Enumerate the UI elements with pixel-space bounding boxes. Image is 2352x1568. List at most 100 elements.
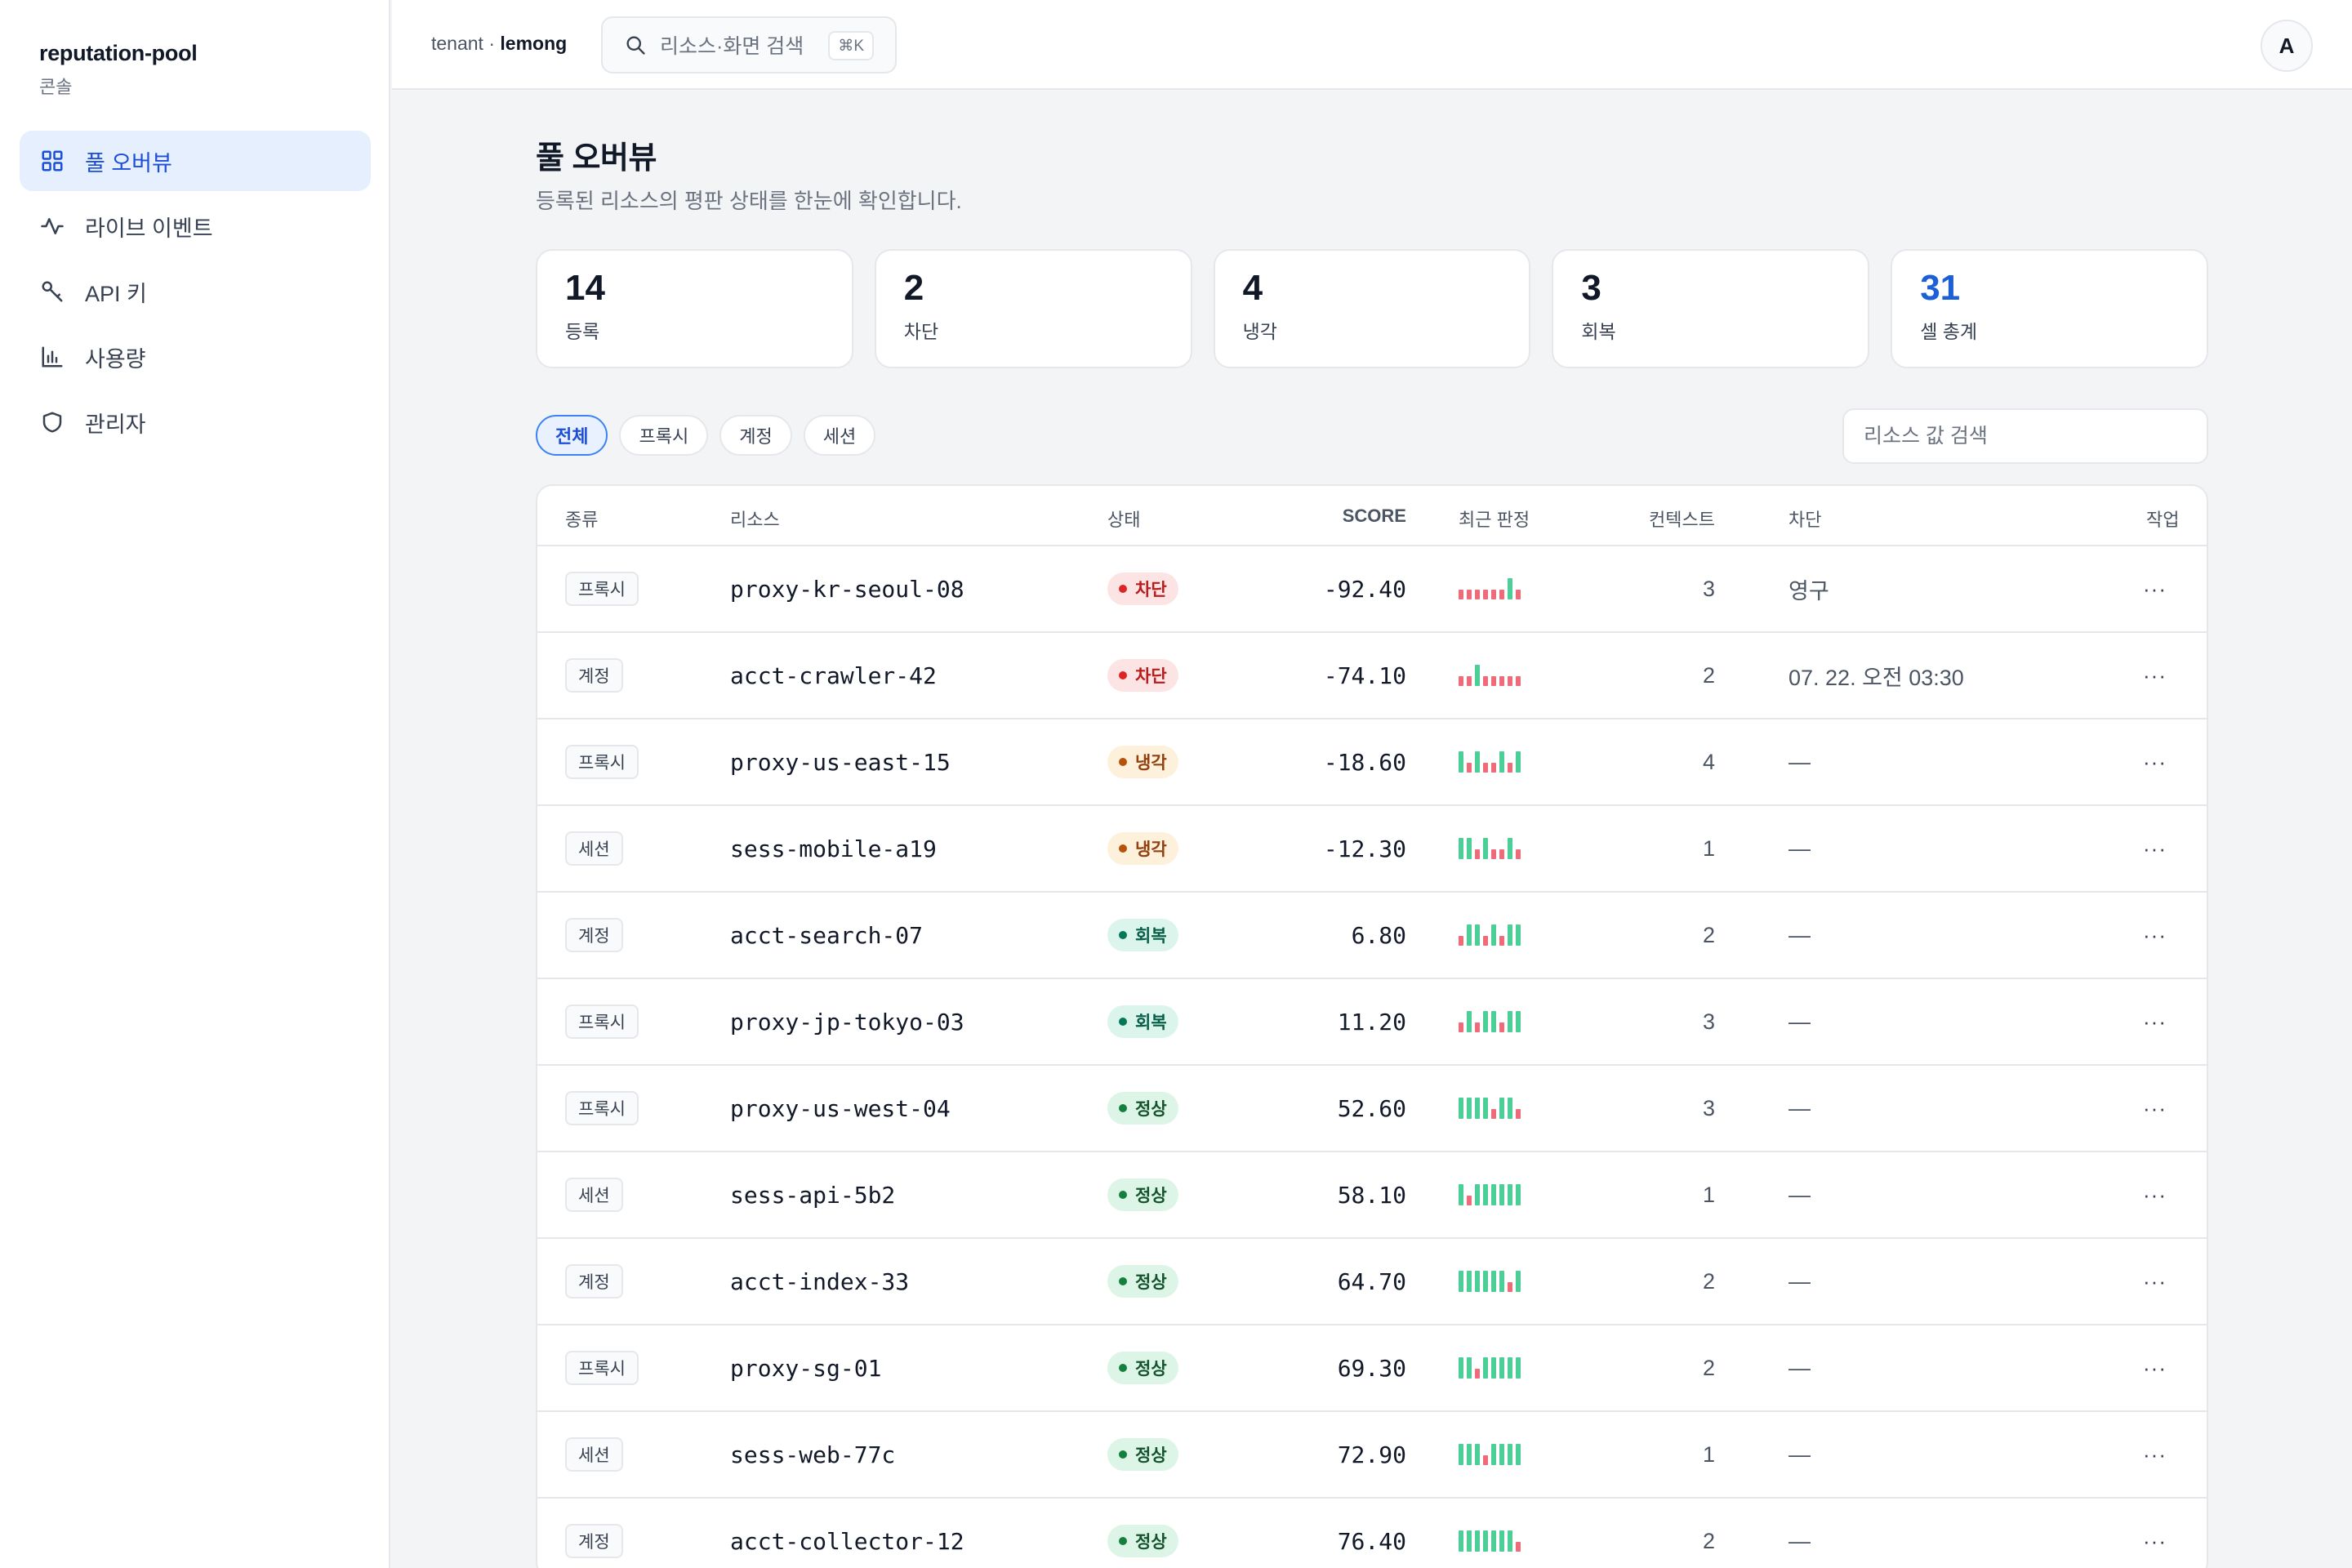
verdict-bar-fail [1467, 1196, 1472, 1205]
key-icon [39, 278, 65, 305]
sidebar-item-label: 라이브 이벤트 [85, 216, 213, 241]
header-status: 상태 [1107, 510, 1141, 530]
filter-chip-all[interactable]: 전체 [536, 415, 608, 456]
brand: reputation-pool 콘솔 [39, 41, 198, 99]
status-label: 회복 [1135, 927, 1167, 946]
type-cell: 세션 [565, 806, 623, 891]
resource-name[interactable]: proxy-kr-seoul-08 [730, 546, 964, 631]
verdict-bar-fail [1499, 1022, 1504, 1032]
resource-name[interactable]: proxy-jp-tokyo-03 [730, 979, 964, 1064]
block-until: — [1788, 1268, 1811, 1294]
sidebar-item-live-events[interactable]: 라이브 이벤트 [20, 196, 371, 256]
recent-verdicts [1459, 1066, 1521, 1151]
table-row[interactable]: 세션 sess-web-77c 정상 72.90 1 — ··· [537, 1412, 2207, 1499]
block-until: — [1788, 1095, 1811, 1120]
verdict-bar-pass [1475, 1271, 1480, 1292]
status-dot [1119, 1191, 1127, 1199]
table-row[interactable]: 프록시 proxy-us-west-04 정상 52.60 3 — ··· [537, 1066, 2207, 1152]
verdict-bar-pass [1475, 1444, 1480, 1465]
block-until: 영구 [1788, 578, 1829, 604]
table-row[interactable]: 계정 acct-crawler-42 차단 -74.10 2 07. 22. 오전 03:… [537, 633, 2207, 719]
type-tag: 세션 [565, 831, 623, 866]
row-actions-button[interactable]: ··· [2143, 1066, 2167, 1151]
filter-chip-account[interactable]: 계정 [719, 415, 792, 456]
user-avatar[interactable]: A [2261, 20, 2313, 72]
row-actions-button[interactable]: ··· [2143, 1325, 2167, 1410]
table-row[interactable]: 세션 sess-api-5b2 정상 58.10 1 — ··· [537, 1152, 2207, 1239]
context-count: 1 [1702, 835, 1715, 861]
row-actions-button[interactable]: ··· [2143, 719, 2167, 804]
page-description: 등록된 리소스의 평판 상태를 한눈에 확인합니다. [536, 189, 962, 213]
table-row[interactable]: 세션 sess-mobile-a19 냉각 -12.30 1 — ··· [537, 806, 2207, 893]
filter-chip-session[interactable]: 세션 [803, 415, 876, 456]
row-actions-button[interactable]: ··· [2143, 546, 2167, 631]
resource-name[interactable]: sess-api-5b2 [730, 1152, 895, 1237]
table-row[interactable]: 프록시 proxy-jp-tokyo-03 회복 11.20 3 — ··· [537, 979, 2207, 1066]
resource-name[interactable]: acct-crawler-42 [730, 633, 937, 718]
stat-value: 3 [1581, 268, 1601, 308]
verdict-bar-pass [1508, 1011, 1512, 1032]
status-dot [1119, 844, 1127, 853]
table-row[interactable]: 프록시 proxy-kr-seoul-08 차단 -92.40 3 영구 ··· [537, 546, 2207, 633]
row-actions-button[interactable]: ··· [2143, 1412, 2167, 1497]
status-cell: 회복 [1107, 979, 1178, 1064]
sidebar-item-usage[interactable]: 사용량 [20, 327, 371, 387]
global-search[interactable]: 리소스·화면 검색 ⌘K [601, 16, 897, 74]
verdict-bar-fail [1516, 1542, 1521, 1552]
status-cell: 정상 [1107, 1152, 1178, 1237]
status-badge: 냉각 [1107, 746, 1178, 778]
verdict-sparkline [1459, 1357, 1521, 1379]
stat-value: 31 [1920, 268, 1961, 308]
sidebar-item-label: API 키 [85, 281, 147, 306]
status-dot [1119, 758, 1127, 766]
verdict-bar-fail [1491, 763, 1496, 773]
verdict-bar-pass [1491, 1530, 1496, 1552]
verdict-bar-pass [1467, 1011, 1472, 1032]
filter-chip-proxy[interactable]: 프록시 [619, 415, 709, 456]
score-value: 69.30 [1337, 1354, 1406, 1382]
verdict-bar-fail [1475, 849, 1480, 859]
row-actions-button[interactable]: ··· [2143, 979, 2167, 1064]
verdict-bar-pass [1459, 1184, 1463, 1205]
resource-name[interactable]: acct-collector-12 [730, 1499, 964, 1568]
verdict-bar-fail [1483, 1455, 1488, 1465]
resource-name[interactable]: acct-index-33 [730, 1239, 909, 1324]
status-label: 정상 [1135, 1187, 1167, 1205]
verdict-bar-fail [1491, 676, 1496, 686]
verdict-sparkline [1459, 838, 1521, 859]
verdict-bar-fail [1491, 590, 1496, 599]
sidebar-item-pool-overview[interactable]: 풀 오버뷰 [20, 131, 371, 191]
row-actions-button[interactable]: ··· [2143, 633, 2167, 718]
score-value: 11.20 [1337, 1008, 1406, 1036]
row-actions-button[interactable]: ··· [2143, 1152, 2167, 1237]
brand-subtitle: 콘솔 [39, 77, 73, 97]
sidebar-item-admin[interactable]: 관리자 [20, 392, 371, 452]
table-row[interactable]: 계정 acct-search-07 회복 6.80 2 — ··· [537, 893, 2207, 979]
verdict-bar-pass [1459, 1271, 1463, 1292]
table-row[interactable]: 프록시 proxy-us-east-15 냉각 -18.60 4 — ··· [537, 719, 2207, 806]
context-count: 2 [1702, 662, 1715, 688]
resource-name[interactable]: proxy-us-east-15 [730, 719, 951, 804]
row-actions-button[interactable]: ··· [2143, 806, 2167, 891]
table-row[interactable]: 프록시 proxy-sg-01 정상 69.30 2 — ··· [537, 1325, 2207, 1412]
resource-search-input[interactable] [1842, 408, 2208, 464]
page-title: 풀 오버뷰 [536, 141, 657, 176]
type-cell: 세션 [565, 1412, 623, 1497]
row-actions-button[interactable]: ··· [2143, 1499, 2167, 1568]
table-row[interactable]: 계정 acct-index-33 정상 64.70 2 — ··· [537, 1239, 2207, 1325]
type-cell: 프록시 [565, 1325, 639, 1410]
resource-name[interactable]: proxy-us-west-04 [730, 1066, 951, 1151]
resource-name[interactable]: sess-web-77c [730, 1412, 895, 1497]
row-actions-button[interactable]: ··· [2143, 1239, 2167, 1324]
table-row[interactable]: 계정 acct-collector-12 정상 76.40 2 — ··· [537, 1499, 2207, 1568]
resource-name[interactable]: sess-mobile-a19 [730, 806, 937, 891]
stat-card-registered: 14 등록 [536, 249, 853, 368]
sidebar-item-api-keys[interactable]: API 키 [20, 261, 371, 322]
verdict-sparkline [1459, 1098, 1521, 1119]
verdict-bar-fail [1483, 936, 1488, 946]
resource-name[interactable]: proxy-sg-01 [730, 1325, 881, 1410]
status-cell: 차단 [1107, 546, 1178, 631]
row-actions-button[interactable]: ··· [2143, 893, 2167, 978]
resource-name[interactable]: acct-search-07 [730, 893, 923, 978]
verdict-bar-pass [1499, 1184, 1504, 1205]
